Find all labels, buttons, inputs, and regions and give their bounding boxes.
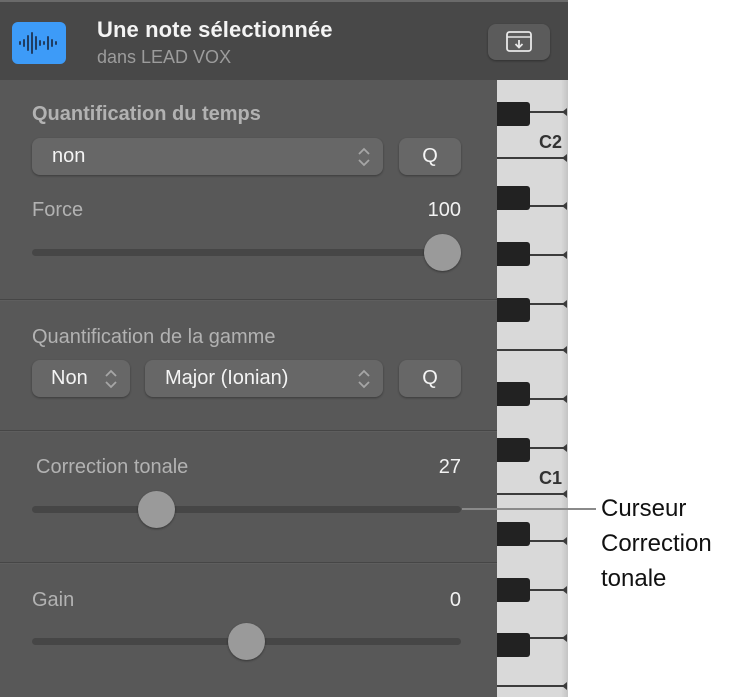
- key-separator-line: [497, 157, 566, 159]
- strength-slider-thumb[interactable]: [424, 234, 461, 271]
- chevron-up-down-icon: [358, 147, 370, 167]
- time-quantize-popup[interactable]: non: [32, 138, 383, 175]
- waveform-icon: [12, 22, 66, 64]
- key-separator-nub: [562, 395, 567, 403]
- section-divider: [0, 430, 497, 432]
- scale-quantize-q-button[interactable]: Q: [399, 360, 461, 397]
- section-divider: [0, 562, 497, 564]
- key-separator-line: [497, 349, 566, 351]
- key-separator-line: [527, 398, 566, 400]
- header-subtitle: dans LEAD VOX: [97, 47, 232, 67]
- chevron-up-down-icon: [358, 369, 370, 389]
- gain-slider[interactable]: [32, 622, 461, 662]
- black-key[interactable]: [497, 186, 530, 210]
- black-key[interactable]: [497, 522, 530, 546]
- pitch-correction-slider-thumb[interactable]: [137, 491, 175, 528]
- key-separator-nub: [562, 444, 567, 452]
- gain-label: Gain: [32, 589, 75, 611]
- black-key[interactable]: [497, 102, 530, 126]
- piano-keyboard[interactable]: C2 C1: [497, 80, 568, 697]
- scale-quantize-label: Quantification de la gamme: [32, 326, 276, 348]
- key-separator-nub: [562, 682, 567, 690]
- key-label-c1: C1: [538, 468, 562, 488]
- black-key[interactable]: [497, 578, 530, 602]
- strength-value: 100: [427, 199, 461, 221]
- callout-line-2: Correction: [601, 530, 712, 557]
- chevron-up-down-icon: [105, 369, 117, 389]
- callout-leader-line: [462, 508, 596, 510]
- key-separator-nub: [562, 202, 567, 210]
- key-separator-line: [527, 111, 566, 113]
- show-in-region-button[interactable]: [488, 24, 550, 60]
- key-separator-nub: [562, 300, 567, 308]
- key-separator-line: [527, 205, 566, 207]
- pitch-correction-label: Correction tonale: [36, 456, 189, 478]
- key-separator-nub: [562, 108, 567, 116]
- key-separator-nub: [562, 251, 567, 259]
- key-separator-nub: [562, 634, 567, 642]
- key-separator-nub: [562, 154, 567, 162]
- pitch-correction-slider-track[interactable]: [32, 506, 461, 513]
- black-key[interactable]: [497, 298, 530, 322]
- black-key[interactable]: [497, 382, 530, 406]
- key-separator-line: [527, 303, 566, 305]
- key-label-c2: C2: [538, 132, 562, 152]
- strength-slider-track[interactable]: [32, 249, 461, 256]
- gain-slider-thumb[interactable]: [228, 623, 265, 660]
- strength-label: Force: [32, 199, 84, 221]
- scale-value: Major (Ionian): [165, 367, 289, 389]
- scale-quantize-mode-popup[interactable]: Non: [32, 360, 130, 397]
- time-quantize-label: Quantification du temps: [32, 103, 261, 125]
- black-key[interactable]: [497, 633, 530, 657]
- window-download-icon: [506, 31, 532, 52]
- key-separator-line: [527, 254, 566, 256]
- key-separator-nub: [562, 586, 567, 594]
- scale-quantize-mode-value: Non: [51, 367, 88, 389]
- key-separator-nub: [562, 490, 567, 498]
- time-quantize-value: non: [52, 145, 86, 167]
- section-divider: [0, 299, 497, 301]
- key-separator-line: [527, 589, 566, 591]
- key-separator-line: [497, 493, 566, 495]
- key-separator-line: [527, 540, 566, 542]
- strength-slider[interactable]: [32, 233, 461, 273]
- key-separator-line: [497, 685, 566, 687]
- gain-value: 0: [449, 589, 461, 611]
- callout-line-3: tonale: [601, 565, 667, 592]
- inspector-header: Une note sélectionnée dans LEAD VOX: [0, 0, 568, 80]
- key-separator-line: [527, 637, 566, 639]
- header-title: Une note sélectionnée: [97, 17, 333, 42]
- callout-label: Curseur Correction tonale: [601, 491, 712, 596]
- scale-popup[interactable]: Major (Ionian): [145, 360, 383, 397]
- black-key[interactable]: [497, 242, 530, 266]
- time-quantize-q-button[interactable]: Q: [399, 138, 461, 175]
- callout-line-1: Curseur: [601, 495, 687, 522]
- black-key[interactable]: [497, 438, 530, 462]
- pitch-correction-value: 27: [438, 456, 461, 478]
- key-separator-line: [527, 447, 566, 449]
- pitch-correction-slider[interactable]: [32, 490, 461, 530]
- key-separator-nub: [562, 537, 567, 545]
- note-inspector-panel: Une note sélectionnée dans LEAD VOX Quan…: [0, 0, 568, 697]
- key-separator-nub: [562, 346, 567, 354]
